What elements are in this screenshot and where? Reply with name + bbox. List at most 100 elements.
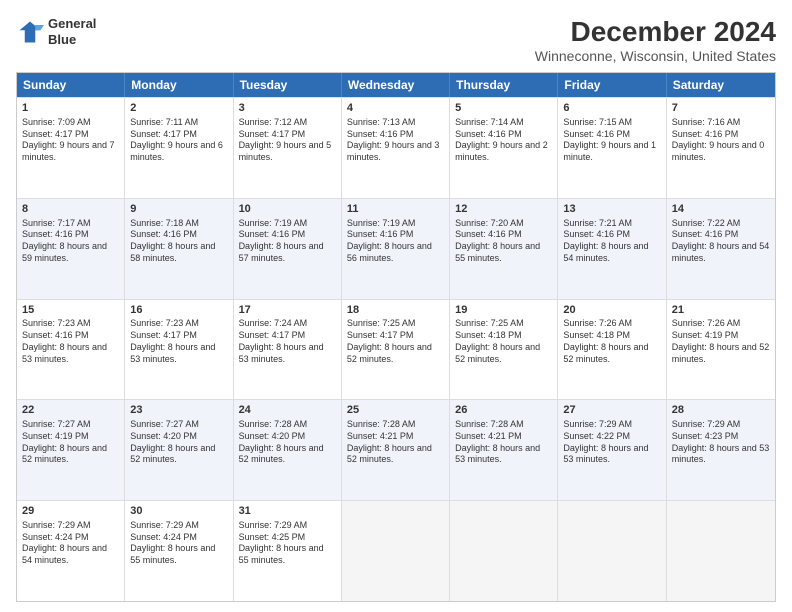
calendar-cell: 8Sunrise: 7:17 AM Sunset: 4:16 PM Daylig… <box>17 199 125 299</box>
calendar-row: 22Sunrise: 7:27 AM Sunset: 4:19 PM Dayli… <box>17 399 775 500</box>
cell-info: Sunrise: 7:22 AM Sunset: 4:16 PM Dayligh… <box>672 218 770 265</box>
calendar-day-header: Friday <box>558 73 666 97</box>
day-number: 28 <box>672 403 770 418</box>
day-number: 27 <box>563 403 660 418</box>
calendar-cell: 28Sunrise: 7:29 AM Sunset: 4:23 PM Dayli… <box>667 400 775 500</box>
day-number: 22 <box>22 403 119 418</box>
cell-info: Sunrise: 7:15 AM Sunset: 4:16 PM Dayligh… <box>563 117 660 164</box>
day-number: 30 <box>130 504 227 519</box>
calendar-row: 15Sunrise: 7:23 AM Sunset: 4:16 PM Dayli… <box>17 299 775 400</box>
cell-info: Sunrise: 7:28 AM Sunset: 4:20 PM Dayligh… <box>239 419 336 466</box>
calendar-body: 1Sunrise: 7:09 AM Sunset: 4:17 PM Daylig… <box>17 97 775 601</box>
calendar-day-header: Monday <box>125 73 233 97</box>
calendar-cell: 24Sunrise: 7:28 AM Sunset: 4:20 PM Dayli… <box>234 400 342 500</box>
cell-info: Sunrise: 7:29 AM Sunset: 4:25 PM Dayligh… <box>239 520 336 567</box>
cell-info: Sunrise: 7:28 AM Sunset: 4:21 PM Dayligh… <box>455 419 552 466</box>
logo-line1: General <box>48 16 96 32</box>
calendar-cell: 21Sunrise: 7:26 AM Sunset: 4:19 PM Dayli… <box>667 300 775 400</box>
calendar-cell: 10Sunrise: 7:19 AM Sunset: 4:16 PM Dayli… <box>234 199 342 299</box>
cell-info: Sunrise: 7:24 AM Sunset: 4:17 PM Dayligh… <box>239 318 336 365</box>
cell-info: Sunrise: 7:21 AM Sunset: 4:16 PM Dayligh… <box>563 218 660 265</box>
cell-info: Sunrise: 7:25 AM Sunset: 4:17 PM Dayligh… <box>347 318 444 365</box>
calendar-day-header: Wednesday <box>342 73 450 97</box>
logo-text: General Blue <box>48 16 96 47</box>
calendar-cell: 30Sunrise: 7:29 AM Sunset: 4:24 PM Dayli… <box>125 501 233 601</box>
logo-line2: Blue <box>48 32 96 48</box>
calendar-cell: 16Sunrise: 7:23 AM Sunset: 4:17 PM Dayli… <box>125 300 233 400</box>
day-number: 25 <box>347 403 444 418</box>
day-number: 4 <box>347 101 444 116</box>
calendar-cell: 27Sunrise: 7:29 AM Sunset: 4:22 PM Dayli… <box>558 400 666 500</box>
day-number: 5 <box>455 101 552 116</box>
day-number: 12 <box>455 202 552 217</box>
calendar-header: SundayMondayTuesdayWednesdayThursdayFrid… <box>17 73 775 97</box>
day-number: 29 <box>22 504 119 519</box>
calendar-cell: 23Sunrise: 7:27 AM Sunset: 4:20 PM Dayli… <box>125 400 233 500</box>
calendar-cell: 19Sunrise: 7:25 AM Sunset: 4:18 PM Dayli… <box>450 300 558 400</box>
cell-info: Sunrise: 7:11 AM Sunset: 4:17 PM Dayligh… <box>130 117 227 164</box>
calendar-cell: 2Sunrise: 7:11 AM Sunset: 4:17 PM Daylig… <box>125 98 233 198</box>
cell-info: Sunrise: 7:18 AM Sunset: 4:16 PM Dayligh… <box>130 218 227 265</box>
day-number: 3 <box>239 101 336 116</box>
calendar-cell: 14Sunrise: 7:22 AM Sunset: 4:16 PM Dayli… <box>667 199 775 299</box>
calendar-cell-empty <box>342 501 450 601</box>
cell-info: Sunrise: 7:19 AM Sunset: 4:16 PM Dayligh… <box>239 218 336 265</box>
cell-info: Sunrise: 7:29 AM Sunset: 4:22 PM Dayligh… <box>563 419 660 466</box>
calendar-cell: 3Sunrise: 7:12 AM Sunset: 4:17 PM Daylig… <box>234 98 342 198</box>
calendar-cell: 22Sunrise: 7:27 AM Sunset: 4:19 PM Dayli… <box>17 400 125 500</box>
calendar-day-header: Sunday <box>17 73 125 97</box>
day-number: 2 <box>130 101 227 116</box>
day-number: 1 <box>22 101 119 116</box>
calendar-day-header: Saturday <box>667 73 775 97</box>
day-number: 21 <box>672 303 770 318</box>
calendar-cell: 12Sunrise: 7:20 AM Sunset: 4:16 PM Dayli… <box>450 199 558 299</box>
calendar-cell: 29Sunrise: 7:29 AM Sunset: 4:24 PM Dayli… <box>17 501 125 601</box>
day-number: 11 <box>347 202 444 217</box>
cell-info: Sunrise: 7:09 AM Sunset: 4:17 PM Dayligh… <box>22 117 119 164</box>
calendar-row: 29Sunrise: 7:29 AM Sunset: 4:24 PM Dayli… <box>17 500 775 601</box>
calendar-cell: 15Sunrise: 7:23 AM Sunset: 4:16 PM Dayli… <box>17 300 125 400</box>
cell-info: Sunrise: 7:28 AM Sunset: 4:21 PM Dayligh… <box>347 419 444 466</box>
calendar: SundayMondayTuesdayWednesdayThursdayFrid… <box>16 72 776 602</box>
calendar-cell: 18Sunrise: 7:25 AM Sunset: 4:17 PM Dayli… <box>342 300 450 400</box>
cell-info: Sunrise: 7:29 AM Sunset: 4:23 PM Dayligh… <box>672 419 770 466</box>
cell-info: Sunrise: 7:19 AM Sunset: 4:16 PM Dayligh… <box>347 218 444 265</box>
page: General Blue December 2024 Winneconne, W… <box>0 0 792 612</box>
calendar-cell: 13Sunrise: 7:21 AM Sunset: 4:16 PM Dayli… <box>558 199 666 299</box>
day-number: 18 <box>347 303 444 318</box>
day-number: 26 <box>455 403 552 418</box>
calendar-cell: 17Sunrise: 7:24 AM Sunset: 4:17 PM Dayli… <box>234 300 342 400</box>
calendar-cell: 7Sunrise: 7:16 AM Sunset: 4:16 PM Daylig… <box>667 98 775 198</box>
calendar-cell-empty <box>667 501 775 601</box>
day-number: 31 <box>239 504 336 519</box>
cell-info: Sunrise: 7:27 AM Sunset: 4:20 PM Dayligh… <box>130 419 227 466</box>
subtitle: Winneconne, Wisconsin, United States <box>535 48 776 64</box>
calendar-cell: 1Sunrise: 7:09 AM Sunset: 4:17 PM Daylig… <box>17 98 125 198</box>
cell-info: Sunrise: 7:29 AM Sunset: 4:24 PM Dayligh… <box>130 520 227 567</box>
calendar-day-header: Thursday <box>450 73 558 97</box>
calendar-cell: 25Sunrise: 7:28 AM Sunset: 4:21 PM Dayli… <box>342 400 450 500</box>
day-number: 10 <box>239 202 336 217</box>
calendar-cell: 4Sunrise: 7:13 AM Sunset: 4:16 PM Daylig… <box>342 98 450 198</box>
calendar-cell: 5Sunrise: 7:14 AM Sunset: 4:16 PM Daylig… <box>450 98 558 198</box>
calendar-cell: 20Sunrise: 7:26 AM Sunset: 4:18 PM Dayli… <box>558 300 666 400</box>
day-number: 13 <box>563 202 660 217</box>
day-number: 8 <box>22 202 119 217</box>
cell-info: Sunrise: 7:23 AM Sunset: 4:17 PM Dayligh… <box>130 318 227 365</box>
cell-info: Sunrise: 7:17 AM Sunset: 4:16 PM Dayligh… <box>22 218 119 265</box>
day-number: 23 <box>130 403 227 418</box>
calendar-day-header: Tuesday <box>234 73 342 97</box>
day-number: 19 <box>455 303 552 318</box>
calendar-row: 1Sunrise: 7:09 AM Sunset: 4:17 PM Daylig… <box>17 97 775 198</box>
cell-info: Sunrise: 7:26 AM Sunset: 4:19 PM Dayligh… <box>672 318 770 365</box>
logo-icon <box>16 18 44 46</box>
calendar-row: 8Sunrise: 7:17 AM Sunset: 4:16 PM Daylig… <box>17 198 775 299</box>
main-title: December 2024 <box>535 16 776 48</box>
calendar-cell: 26Sunrise: 7:28 AM Sunset: 4:21 PM Dayli… <box>450 400 558 500</box>
cell-info: Sunrise: 7:29 AM Sunset: 4:24 PM Dayligh… <box>22 520 119 567</box>
calendar-cell: 31Sunrise: 7:29 AM Sunset: 4:25 PM Dayli… <box>234 501 342 601</box>
day-number: 9 <box>130 202 227 217</box>
cell-info: Sunrise: 7:23 AM Sunset: 4:16 PM Dayligh… <box>22 318 119 365</box>
day-number: 24 <box>239 403 336 418</box>
day-number: 17 <box>239 303 336 318</box>
